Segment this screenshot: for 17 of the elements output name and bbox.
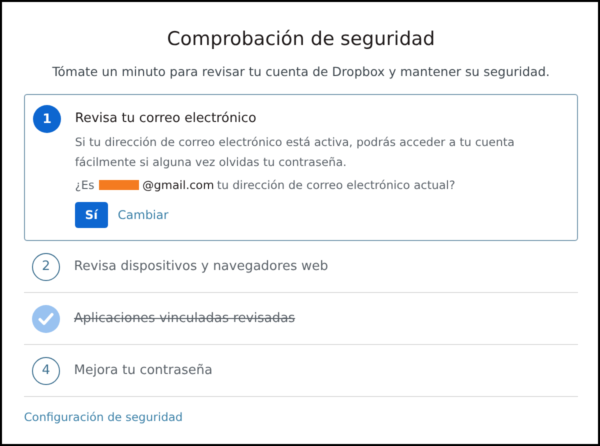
- step-number: 1: [33, 105, 61, 133]
- step-title[interactable]: Aplicaciones vinculadas revisadas: [74, 311, 296, 326]
- step-title[interactable]: Mejora tu contraseña: [74, 363, 212, 378]
- step-number: 2: [32, 252, 60, 280]
- change-link[interactable]: Cambiar: [118, 208, 168, 222]
- step-title: Revisa tu correo electrónico: [75, 111, 256, 126]
- page-title: Comprobación de seguridad: [166, 28, 436, 50]
- page-subtitle: Tómate un minuto para revisar tu cuenta de Dropbox y mantener su seguridad.: [51, 64, 551, 79]
- redaction-mark: [99, 180, 140, 190]
- step-description: Si tu dirección de correo electrónico está activa, podrás acceder a tu cuenta fácilmente si alguna vez olvidas tu contraseña.: [75, 134, 516, 171]
- step-title[interactable]: Revisa dispositivos y navegadores web: [74, 259, 328, 274]
- question-text: tu dirección de correo electrónico actual?: [217, 178, 456, 192]
- step-number: 4: [32, 356, 60, 384]
- email-text: @gmail.com: [142, 178, 214, 192]
- security-settings-link[interactable]: Configuración de seguridad: [24, 410, 578, 424]
- confirm-button[interactable]: Sí: [75, 202, 108, 228]
- question-text: ¿Es: [75, 178, 94, 192]
